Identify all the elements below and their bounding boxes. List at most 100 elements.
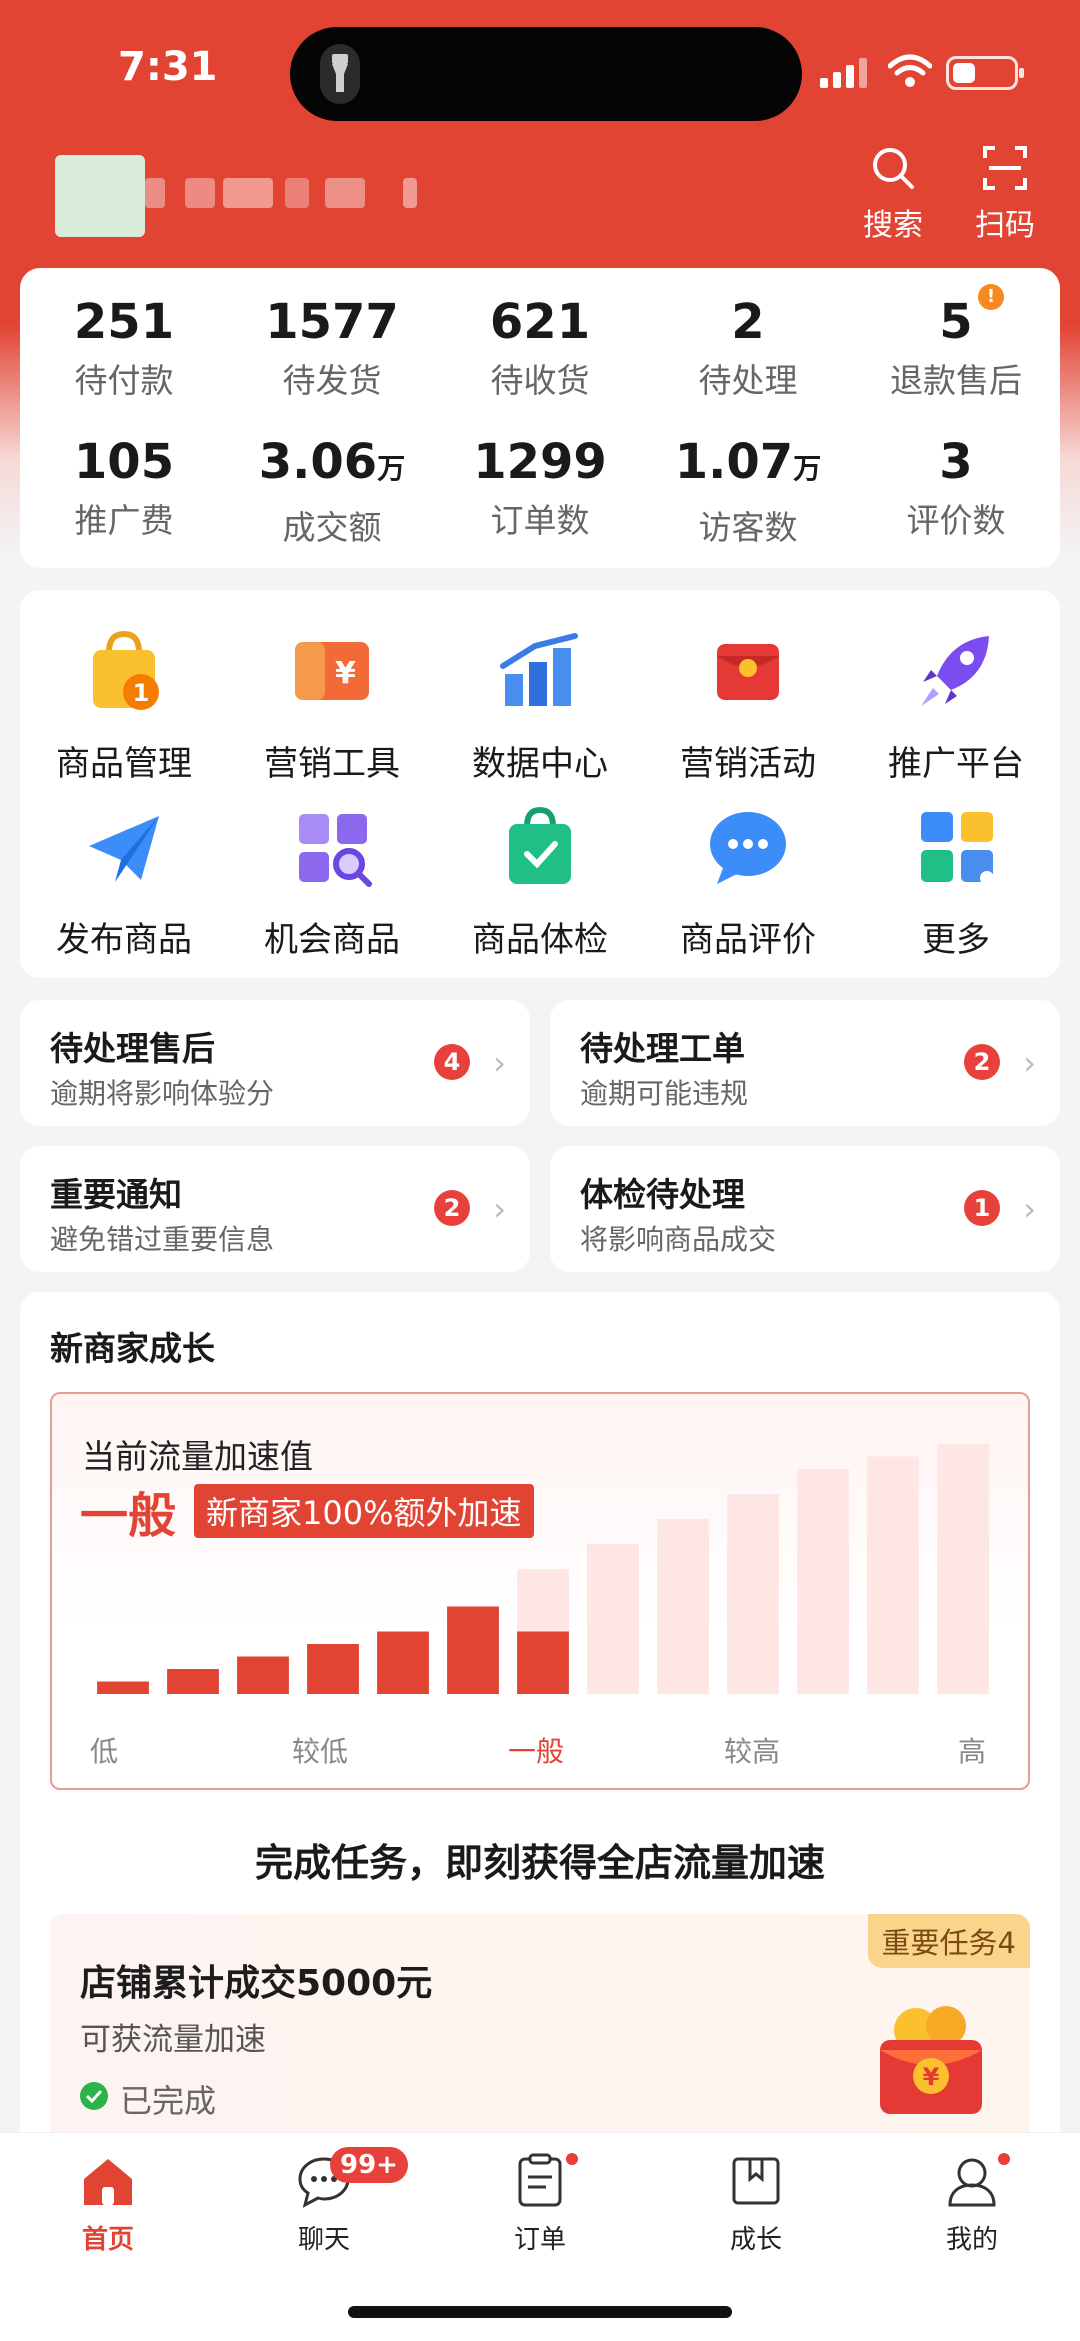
menu-label: 营销工具 <box>264 744 400 784</box>
menu-label: 商品评价 <box>680 920 816 960</box>
tick-label: 较高 <box>724 1735 781 1768</box>
home-indicator <box>348 2306 732 2318</box>
home-icon <box>84 2159 132 2205</box>
stat-value: 3 <box>939 434 973 490</box>
status-bar: 7:31 <box>0 0 1080 140</box>
traffic-boost-chart[interactable]: 当前流量加速值 一般 新商家100%额外加速 低 较低 一般 较高 高 <box>50 1392 1030 1790</box>
tab-profile[interactable]: 我的 <box>892 2153 1052 2256</box>
stat-value: 621 <box>489 294 591 350</box>
task-subtitle: 将影响商品成交 <box>580 1223 777 1256</box>
grid-search-icon <box>287 802 377 892</box>
stat-value: 2 <box>731 294 765 350</box>
menu-product-management[interactable]: 1 商品管理 <box>20 626 228 785</box>
tab-label: 成长 <box>729 2225 782 2255</box>
menu-more[interactable]: 更多 <box>852 802 1060 961</box>
menu-data-center[interactable]: 数据中心 <box>436 626 644 785</box>
stat-label: 待处理 <box>698 361 798 400</box>
task-heading: 完成任务，即刻获得全店流量加速 <box>254 1841 825 1885</box>
scan-button[interactable]: 扫码 <box>960 146 1050 244</box>
status-time: 7:31 <box>118 44 218 90</box>
stat-gmv[interactable]: 3.06万 成交额 <box>228 434 436 549</box>
bar-background <box>937 1444 989 1694</box>
stat-label: 推广费 <box>74 501 174 540</box>
tab-label: 订单 <box>513 2225 566 2255</box>
tab-orders[interactable]: 订单 <box>460 2153 620 2256</box>
bar-background <box>727 1494 779 1694</box>
tab-growth[interactable]: 成长 <box>676 2153 836 2256</box>
stat-pending-receipt[interactable]: 621 待收货 <box>436 294 644 402</box>
stat-pending-shipment[interactable]: 1577 待发货 <box>228 294 436 402</box>
menu-promotion-platform[interactable]: 推广平台 <box>852 626 1060 785</box>
menu-product-reviews[interactable]: 商品评价 <box>644 802 852 961</box>
stat-value: 251 <box>73 294 175 350</box>
count-badge: 2 <box>434 1190 470 1226</box>
stat-orders[interactable]: 1299 订单数 <box>436 434 644 542</box>
alert-badge: ! <box>978 284 1004 310</box>
bar-background <box>587 1544 639 1694</box>
dynamic-island <box>290 27 802 121</box>
stats-card: 251 待付款 1577 待发货 621 待收货 2 待处理 5 退款售后 ! … <box>20 268 1060 568</box>
stat-label: 待收货 <box>490 361 590 400</box>
stat-visitors[interactable]: 1.07万 访客数 <box>644 434 852 549</box>
search-button[interactable]: 搜索 <box>848 146 938 244</box>
stat-promotion-fee[interactable]: 105 推广费 <box>20 434 228 542</box>
tab-home[interactable]: 首页 <box>28 2153 188 2256</box>
menu-label: 营销活动 <box>680 744 816 784</box>
shop-avatar[interactable] <box>55 155 145 237</box>
bar <box>447 1606 499 1694</box>
stat-label: 待付款 <box>74 361 174 400</box>
section-title: 新商家成长 <box>50 1329 215 1368</box>
shop-name-blurred <box>145 178 425 214</box>
bar-background <box>797 1469 849 1694</box>
scan-icon <box>983 146 1027 190</box>
red-envelope-icon <box>703 626 793 716</box>
svg-text:¥: ¥ <box>335 656 356 691</box>
task-title: 重要通知 <box>50 1175 182 1214</box>
stat-to-handle[interactable]: 2 待处理 <box>644 294 852 402</box>
bar <box>307 1644 359 1694</box>
feature-menu: 1 商品管理 ¥ 营销工具 数据中心 营销活动 推广平台 发布商品 机会商品 商… <box>20 590 1060 978</box>
tab-label: 聊天 <box>297 2225 350 2255</box>
menu-publish-product[interactable]: 发布商品 <box>20 802 228 961</box>
bar-background <box>867 1456 919 1694</box>
tick-label: 较低 <box>292 1735 349 1768</box>
mission-title: 店铺累计成交5000元 <box>80 1963 433 2004</box>
menu-marketing-activity[interactable]: 营销活动 <box>644 626 852 785</box>
task-ticket-pending[interactable]: 待处理工单 逾期可能违规 2 › <box>550 1000 1060 1126</box>
task-important-notice[interactable]: 重要通知 避免错过重要信息 2 › <box>20 1146 530 1272</box>
count-badge: 1 <box>964 1190 1000 1226</box>
notification-dot <box>998 2153 1010 2165</box>
menu-opportunity-products[interactable]: 机会商品 <box>228 802 436 961</box>
menu-label: 更多 <box>922 920 990 960</box>
wifi-icon <box>888 54 932 87</box>
cellular-signal-icon <box>820 58 867 88</box>
check-icon <box>80 2082 108 2110</box>
chevron-right-icon: › <box>493 1044 506 1082</box>
menu-label: 商品管理 <box>56 744 192 784</box>
stat-reviews[interactable]: 3 评价数 <box>852 434 1060 542</box>
menu-product-checkup[interactable]: 商品体检 <box>436 802 644 961</box>
menu-label: 发布商品 <box>56 920 192 960</box>
bar <box>237 1656 289 1694</box>
flashlight-icon <box>320 44 360 104</box>
stat-unit: 万 <box>793 452 822 485</box>
bar <box>517 1631 569 1694</box>
shopping-bag-icon: 1 <box>79 626 169 716</box>
search-icon <box>873 148 914 189</box>
task-checkup-pending[interactable]: 体检待处理 将影响商品成交 1 › <box>550 1146 1060 1272</box>
task-aftersale-pending[interactable]: 待处理售后 逾期将影响体验分 4 › <box>20 1000 530 1126</box>
stat-value: 5 <box>939 294 973 350</box>
menu-marketing-tools[interactable]: ¥ 营销工具 <box>228 626 436 785</box>
stat-label: 退款售后 <box>890 361 1022 400</box>
stat-pending-payment[interactable]: 251 待付款 <box>20 294 228 402</box>
stat-label: 订单数 <box>490 501 590 540</box>
mission-status: 已完成 <box>120 2082 217 2120</box>
svg-text:¥: ¥ <box>923 2063 940 2091</box>
count-badge: 4 <box>434 1044 470 1080</box>
mission-subtitle: 可获流量加速 <box>80 2022 266 2058</box>
tab-chat[interactable]: 99+ 聊天 <box>244 2147 408 2256</box>
stat-label: 待发货 <box>282 361 382 400</box>
bar-chart-icon <box>495 626 585 716</box>
stat-refund-aftersale[interactable]: 5 退款售后 ! <box>852 284 1060 402</box>
stat-value: 1299 <box>473 434 607 490</box>
